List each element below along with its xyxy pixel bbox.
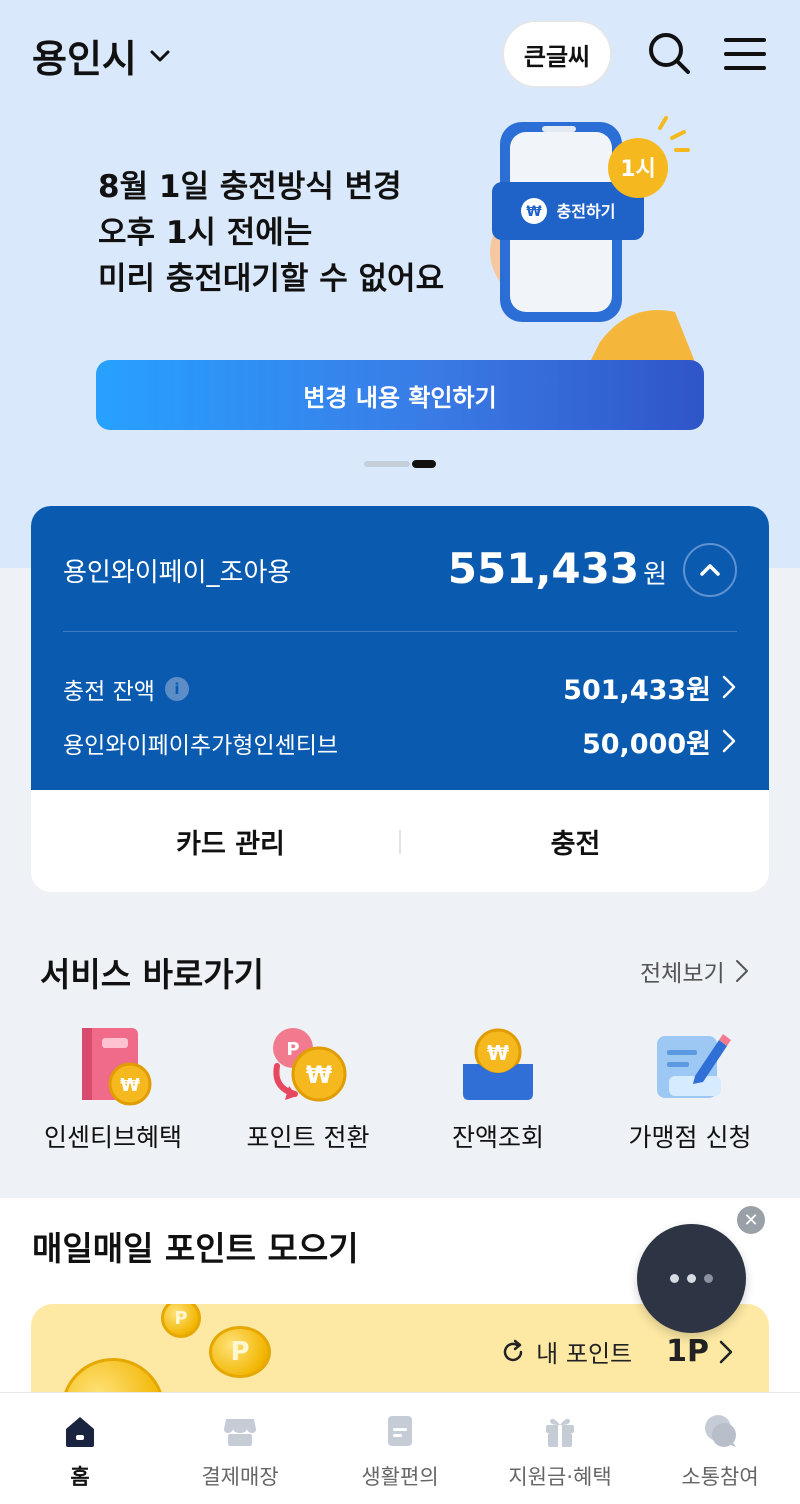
- svg-text:₩: ₩: [487, 1041, 509, 1065]
- coin-illustration: P: [161, 1304, 201, 1338]
- more-dot: [687, 1274, 696, 1283]
- svg-text:₩: ₩: [120, 1075, 140, 1096]
- my-point-value: 1P: [666, 1334, 709, 1369]
- tab-label: 결제매장: [201, 1465, 279, 1489]
- pager-dot-active: [412, 460, 436, 468]
- tab-label: 홈: [70, 1465, 90, 1489]
- merchant-apply-icon: [657, 1034, 731, 1098]
- banner-line: 미리 충전대기할 수 없어요: [98, 261, 445, 297]
- wallet-summary: 용인와이페이_조아용 551,433 원 충전 잔액 i 501,433원 용인와…: [31, 506, 769, 790]
- banner-line: 오후 1시 전에는: [98, 215, 313, 251]
- tab-home[interactable]: 홈: [0, 1393, 160, 1504]
- bottom-tab-bar: 홈 결제매장 생활편의 지원금·혜택 소통참여: [0, 1392, 800, 1504]
- wallet-coin-icon: ₩: [463, 1028, 533, 1100]
- art-badge-label: 1시: [620, 157, 656, 182]
- tab-stores[interactable]: 결제매장: [160, 1393, 320, 1504]
- svg-text:₩: ₩: [306, 1061, 333, 1089]
- view-all-link[interactable]: 전체보기: [640, 954, 749, 988]
- tab-benefits[interactable]: 지원금·혜택: [480, 1393, 640, 1504]
- wallet-actions: 카드 관리 충전: [31, 790, 769, 892]
- floating-more-button[interactable]: [637, 1224, 746, 1333]
- chevron-right-icon: [722, 729, 736, 753]
- my-point-label: 내 포인트: [536, 1340, 633, 1368]
- my-point-link[interactable]: 내 포인트 1P: [500, 1334, 733, 1369]
- tab-label: 소통참여: [681, 1465, 759, 1489]
- service-point-convert[interactable]: P ₩ 포인트 전환: [213, 1022, 403, 1162]
- phone-charge-illustration: ₩ 충전하기 1시: [490, 116, 695, 362]
- city-name: 용인시: [32, 37, 137, 81]
- more-dot: [670, 1274, 679, 1283]
- big-font-button[interactable]: 큰글씨: [502, 20, 612, 88]
- charge-balance-row[interactable]: 충전 잔액 i 501,433원: [63, 666, 737, 706]
- services-title: 서비스 바로가기: [40, 955, 265, 994]
- wallet-total-amount: 551,433: [447, 544, 640, 593]
- charge-balance-value: 501,433원: [563, 675, 711, 706]
- collapse-button[interactable]: [683, 543, 737, 597]
- view-changes-button[interactable]: 변경 내용 확인하기: [96, 360, 704, 430]
- service-label: 가맹점 신청: [628, 1123, 752, 1152]
- service-balance-check[interactable]: ₩ 잔액조회: [403, 1022, 593, 1162]
- incentive-row[interactable]: 용인와이페이추가형인센티브 50,000원: [63, 720, 737, 760]
- wallet-name: 용인와이페이_조아용: [63, 558, 292, 588]
- incentive-value: 50,000원: [581, 729, 711, 760]
- banner-line: 8월 1일 충전방식 변경: [98, 169, 402, 205]
- close-icon[interactable]: ✕: [737, 1206, 765, 1234]
- daily-points-title: 매일매일 포인트 모으기: [32, 1229, 359, 1268]
- tab-label: 생활편의: [361, 1465, 439, 1489]
- service-label: 인센티브혜택: [43, 1123, 182, 1152]
- service-incentive[interactable]: ₩ 인센티브혜택: [18, 1022, 208, 1162]
- more-dot: [704, 1274, 713, 1283]
- coin-illustration: P: [209, 1326, 271, 1378]
- hamburger-menu-icon[interactable]: [724, 36, 766, 72]
- gift-icon: [546, 1418, 574, 1447]
- hero-banner-area: 용인시 큰글씨 8월 1일 충전방식 변경 오후 1시 전에는 미리 충전대기할…: [0, 0, 800, 568]
- tab-label: 지원금·혜택: [508, 1465, 612, 1489]
- wallet-card: 용인와이페이_조아용 551,433 원 충전 잔액 i 501,433원 용인와…: [31, 506, 769, 892]
- view-all-label: 전체보기: [640, 961, 725, 987]
- wallet-total-unit: 원: [643, 560, 667, 590]
- chevron-right-icon: [735, 960, 748, 982]
- divider: [63, 631, 737, 632]
- chevron-up-icon: [700, 564, 720, 576]
- chevron-right-icon: [719, 1340, 733, 1363]
- home-icon: [66, 1417, 94, 1447]
- banner-headline: 8월 1일 충전방식 변경 오후 1시 전에는 미리 충전대기할 수 없어요: [98, 164, 444, 302]
- charge-button[interactable]: 충전: [391, 790, 760, 892]
- service-label: 포인트 전환: [246, 1123, 370, 1152]
- pager-dot: [364, 461, 410, 467]
- top-bar: 용인시 큰글씨: [0, 0, 800, 110]
- incentive-label-group: 용인와이페이추가형인센티브: [63, 726, 338, 760]
- point-convert-icon: P ₩: [273, 1028, 347, 1102]
- tab-life[interactable]: 생활편의: [320, 1393, 480, 1504]
- service-merchant-apply[interactable]: 가맹점 신청: [595, 1022, 785, 1162]
- banner-pager[interactable]: [364, 460, 436, 468]
- chevron-down-icon: [150, 50, 170, 61]
- charge-balance-label-group: 충전 잔액 i: [63, 672, 189, 706]
- incentive-label: 용인와이페이추가형인센티브: [63, 733, 339, 759]
- refresh-icon[interactable]: [500, 1339, 526, 1365]
- charge-balance-label: 충전 잔액: [63, 679, 155, 705]
- store-icon: [224, 1419, 256, 1446]
- search-icon[interactable]: [646, 30, 692, 76]
- chat-icon: [705, 1415, 736, 1447]
- service-label: 잔액조회: [451, 1123, 544, 1152]
- incentive-book-icon: ₩: [82, 1028, 152, 1106]
- info-icon[interactable]: i: [164, 677, 189, 701]
- svg-text:₩: ₩: [526, 204, 542, 220]
- art-charge-label: 충전하기: [557, 202, 616, 221]
- tab-community[interactable]: 소통참여: [640, 1393, 800, 1504]
- wallet-total: 551,433 원: [448, 544, 667, 593]
- city-selector[interactable]: 용인시: [32, 28, 171, 83]
- card-manage-button[interactable]: 카드 관리: [46, 790, 415, 892]
- document-icon: [388, 1416, 412, 1446]
- chevron-right-icon: [722, 675, 736, 699]
